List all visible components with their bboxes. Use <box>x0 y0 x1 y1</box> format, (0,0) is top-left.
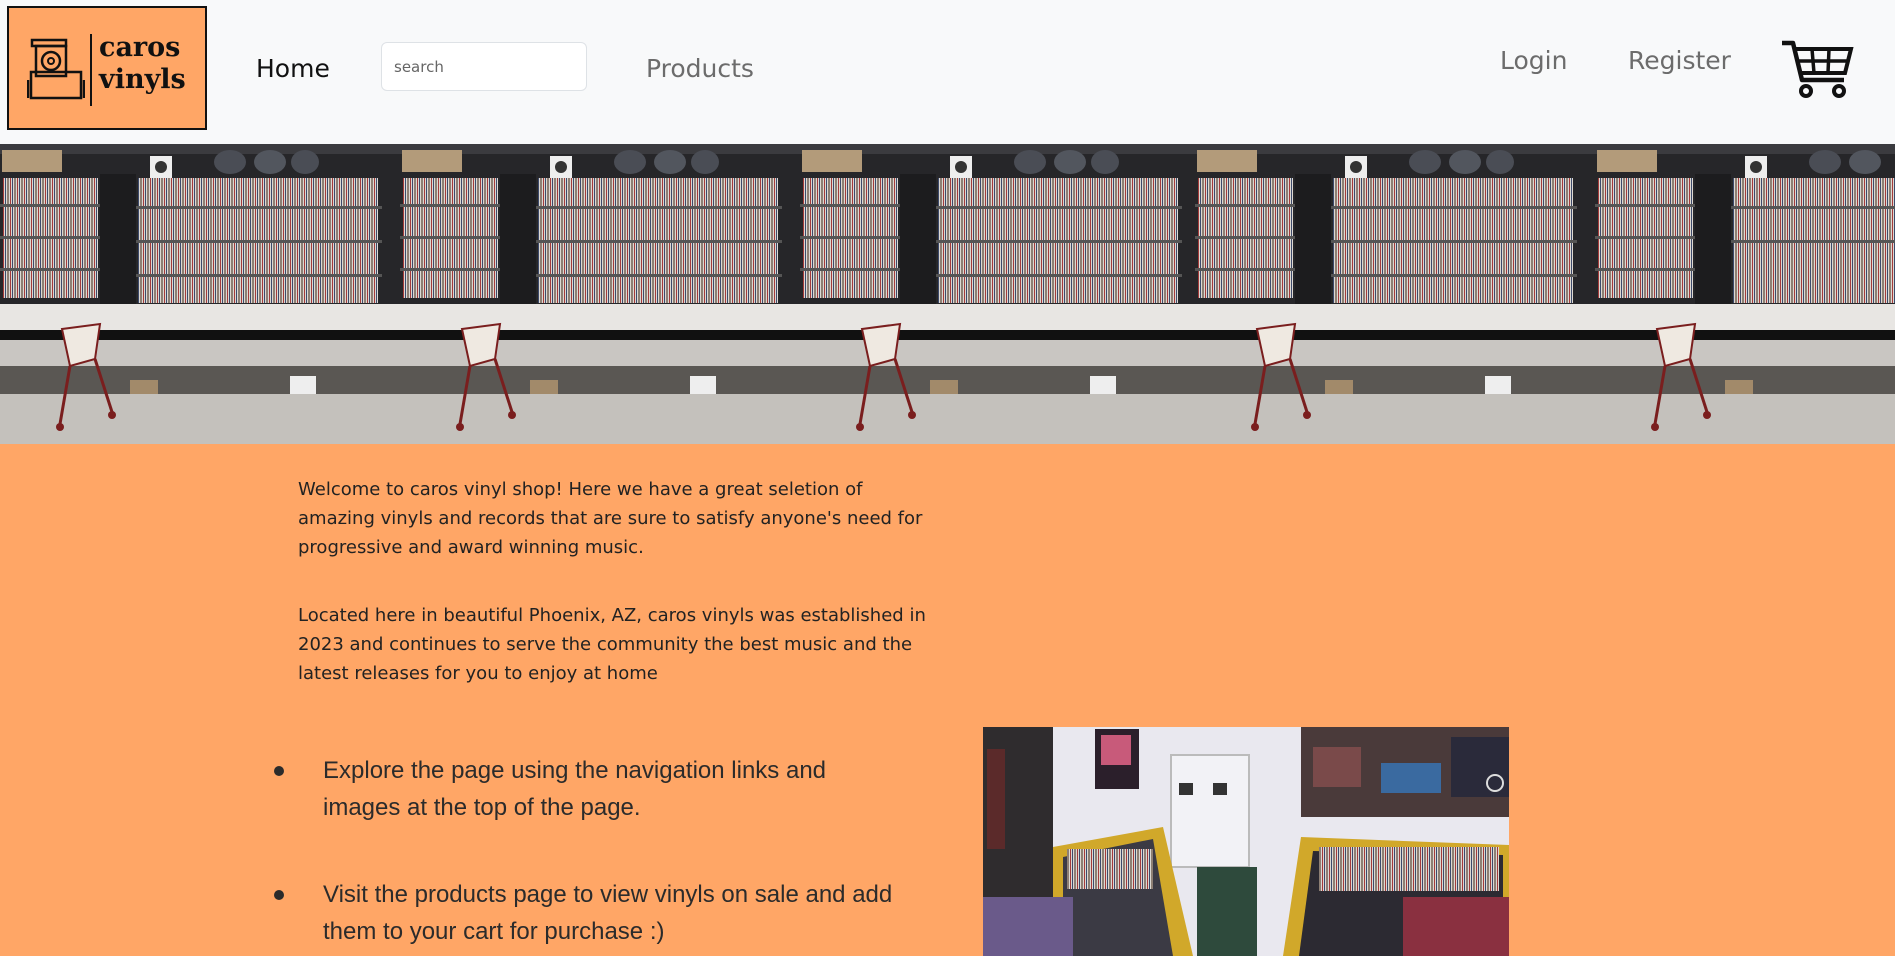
list-item-text: Explore the page using the navigation li… <box>323 757 827 821</box>
record-shelves-banner <box>0 144 1895 444</box>
search-input[interactable] <box>381 42 587 91</box>
brand-name: caros vinyls <box>99 32 204 96</box>
banner-tile <box>1195 144 1595 444</box>
logo-divider <box>90 34 92 106</box>
vinyl-crate-icon <box>27 38 85 100</box>
banner-tile <box>1595 144 1895 444</box>
brand-logo[interactable]: caros vinyls <box>7 6 207 130</box>
feature-list: Explore the page using the navigation li… <box>270 752 910 950</box>
brand-name-line1: caros <box>99 32 181 63</box>
banner-tile <box>0 144 400 444</box>
intro-paragraph-location: Located here in beautiful Phoenix, AZ, c… <box>298 605 926 684</box>
brand-name-line2: vinyls <box>99 64 186 95</box>
record-store-interior-photo <box>983 727 1509 956</box>
list-item: Visit the products page to view vinyls o… <box>270 876 910 950</box>
banner-tile <box>800 144 1200 444</box>
banner-tile <box>400 144 800 444</box>
nav-link-register[interactable]: Register <box>1628 46 1731 75</box>
store-photo-image <box>983 727 1509 956</box>
intro-paragraph-welcome: Welcome to caros vinyl shop! Here we hav… <box>298 479 923 558</box>
nav-link-products[interactable]: Products <box>646 54 754 83</box>
list-item-text: Visit the products page to view vinyls o… <box>323 881 893 945</box>
bullet-icon <box>274 766 284 776</box>
nav-link-home[interactable]: Home <box>256 54 330 83</box>
shopping-cart-icon[interactable] <box>1780 38 1854 98</box>
nav-link-login[interactable]: Login <box>1500 46 1567 75</box>
list-item: Explore the page using the navigation li… <box>270 752 910 826</box>
bullet-icon <box>274 890 284 900</box>
navbar: caros vinyls Home Products Login Registe… <box>0 0 1895 144</box>
